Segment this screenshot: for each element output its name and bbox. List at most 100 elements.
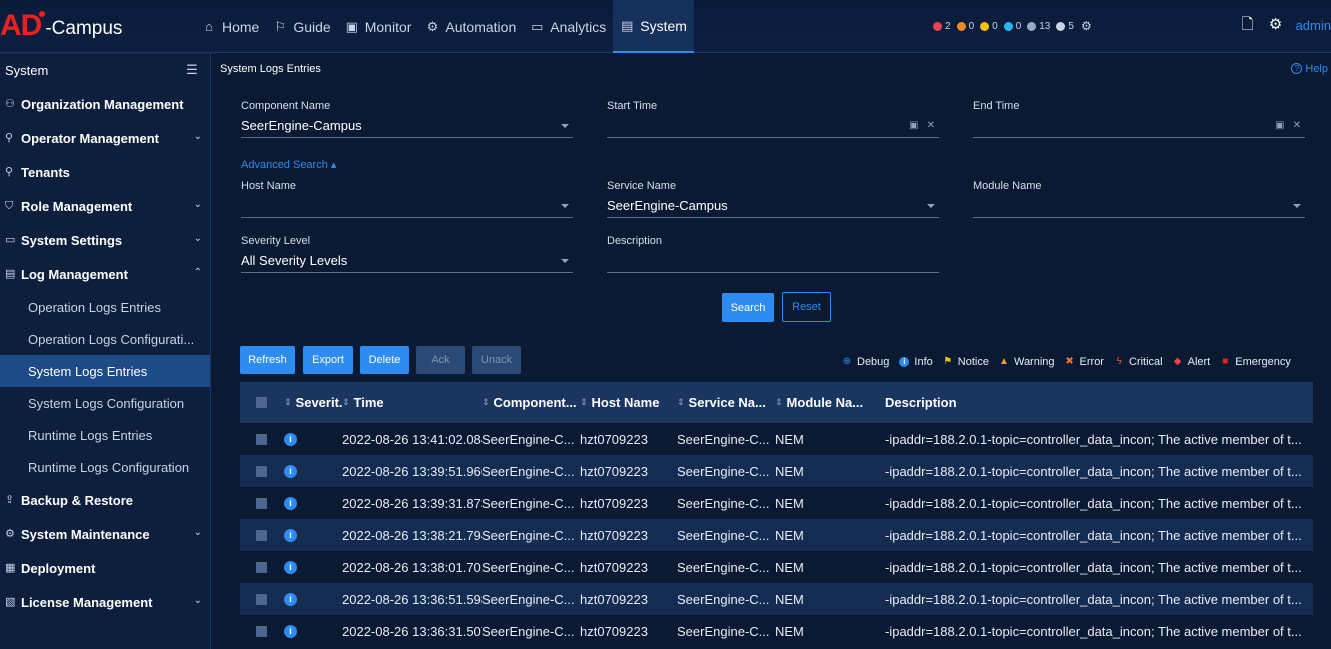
table-row[interactable]: i 2022-08-26 13:38:21.794 SeerEngine-C..… [240, 519, 1313, 551]
legend-label: Emergency [1235, 356, 1291, 368]
main-nav: ⌂ Home ⚐ Guide ▣ Monitor ⚙ Automation ▭ … [195, 0, 694, 53]
info-icon: i [899, 357, 910, 367]
table-row[interactable]: i 2022-08-26 13:41:02.084 SeerEngine-C..… [240, 423, 1313, 455]
col-host[interactable]: ⇕ Host Name [580, 395, 677, 410]
calendar-icon[interactable]: ▣ [1275, 120, 1284, 131]
host-name-select[interactable] [241, 194, 573, 218]
sidebar-item-deployment[interactable]: ▦ Deployment [0, 551, 210, 585]
clear-icon[interactable]: ✕ [927, 120, 935, 131]
alarm-info-dot [1027, 21, 1037, 31]
nav-guide[interactable]: ⚐ Guide [266, 0, 337, 53]
host-cell: hzt0709223 [580, 431, 648, 447]
nav-system[interactable]: ▤ System [613, 0, 694, 53]
gear-icon[interactable]: ⚙ [1268, 16, 1284, 34]
sidebar-item-organization[interactable]: ⚇ Organization Management [0, 87, 210, 121]
nav-guide-label: Guide [293, 18, 331, 35]
row-checkbox[interactable] [255, 593, 267, 605]
nav-monitor[interactable]: ▣ Monitor [338, 0, 419, 53]
description-cell: -ipaddr=188.2.0.1-topic=controller_data_… [885, 463, 1302, 479]
time-cell: 2022-08-26 13:38:01.701 [342, 559, 482, 575]
row-checkbox[interactable] [255, 497, 267, 509]
row-checkbox[interactable] [255, 529, 267, 541]
sidebar-sub-runtime-logs-config[interactable]: Runtime Logs Configuration [0, 451, 210, 483]
col-service[interactable]: ⇕ Service Na... [677, 395, 775, 410]
settings-icon: ▭ [5, 234, 16, 246]
row-checkbox[interactable] [255, 433, 267, 445]
table-row[interactable]: i 2022-08-26 13:39:31.873 SeerEngine-C..… [240, 487, 1313, 519]
row-checkbox[interactable] [255, 625, 267, 637]
sidebar-sub-system-logs-entries[interactable]: System Logs Entries [0, 355, 210, 387]
reset-button[interactable]: Reset [782, 292, 831, 322]
component-name-select[interactable]: SeerEngine-Campus [241, 114, 573, 138]
calendar-icon[interactable]: ▣ [909, 120, 918, 131]
advanced-search-toggle[interactable]: Advanced Search ▴ [241, 158, 336, 171]
alarm-major-count: 0 [968, 20, 975, 32]
severity-level-select[interactable]: All Severity Levels [241, 249, 573, 273]
select-all-checkbox[interactable] [255, 397, 267, 408]
col-component[interactable]: ⇕ Component... [482, 395, 580, 410]
unack-button[interactable]: Unack [472, 346, 521, 374]
legend-info: i Info [899, 356, 933, 368]
col-module[interactable]: ⇕ Module Na... [775, 395, 885, 410]
user-menu[interactable]: admin [1296, 18, 1331, 33]
warning-icon: ▲ [999, 356, 1009, 367]
deployment-icon: ▦ [5, 562, 16, 574]
collapse-menu-icon[interactable]: ☰ [184, 63, 200, 77]
info-icon: i [284, 624, 297, 638]
ack-button[interactable]: Ack [416, 346, 465, 374]
legend-emergency: ■ Emergency [1220, 356, 1291, 368]
module-name-select[interactable] [973, 194, 1305, 218]
nav-automation[interactable]: ⚙ Automation [418, 0, 523, 53]
info-icon: i [284, 464, 297, 478]
sidebar-item-log-management[interactable]: ▤ Log Management ⌃ [0, 257, 210, 291]
end-time-label: End Time [973, 100, 1020, 112]
export-button[interactable]: Export [303, 346, 353, 374]
nav-analytics[interactable]: ▭ Analytics [523, 0, 613, 53]
document-icon[interactable]: 🗋 [1240, 16, 1256, 34]
alarm-config-icon[interactable]: ⚙ [1081, 19, 1092, 33]
refresh-button[interactable]: Refresh [240, 346, 295, 374]
col-label: Host Name [591, 395, 660, 410]
sidebar-item-tenants[interactable]: ⚲ Tenants [0, 155, 210, 189]
sidebar-item-maintenance[interactable]: ⚙ System Maintenance ⌄ [0, 517, 210, 551]
start-time-input[interactable]: ▣ ✕ [607, 114, 939, 138]
host-name-field: Host Name [241, 180, 573, 218]
top-bar: AD -Campus ⌂ Home ⚐ Guide ▣ Monitor ⚙ Au… [0, 0, 1331, 53]
automation-icon: ⚙ [426, 18, 439, 34]
sidebar-item-operator[interactable]: ⚲ Operator Management ⌄ [0, 121, 210, 155]
table-row[interactable]: i 2022-08-26 13:36:31.507 SeerEngine-C..… [240, 615, 1313, 647]
sidebar-sub-operation-logs-entries[interactable]: Operation Logs Entries [0, 291, 210, 323]
nav-home[interactable]: ⌂ Home [195, 0, 266, 53]
table-row[interactable]: i 2022-08-26 13:38:01.701 SeerEngine-C..… [240, 551, 1313, 583]
help-link[interactable]: ? Help [1291, 63, 1328, 75]
sidebar-item-role[interactable]: ⛉ Role Management ⌄ [0, 189, 210, 223]
chevron-down-icon: ⌄ [193, 233, 202, 244]
sort-icon: ⇕ [775, 397, 783, 407]
table-header: ⇕Severit... ⇕Time ⇕Component... ⇕Host Na… [240, 382, 1313, 423]
service-cell: SeerEngine-C... [677, 431, 770, 447]
sidebar-sub-operation-logs-config[interactable]: Operation Logs Configurati... [0, 323, 210, 355]
clear-icon[interactable]: ✕ [1293, 120, 1301, 131]
table-row[interactable]: i 2022-08-26 13:39:51.966 SeerEngine-C..… [240, 455, 1313, 487]
sidebar-item-backup[interactable]: ⇪ Backup & Restore [0, 483, 210, 517]
sidebar-item-system-settings[interactable]: ▭ System Settings ⌄ [0, 223, 210, 257]
error-icon: ✖ [1065, 356, 1074, 367]
role-icon: ⛉ [5, 200, 14, 212]
breadcrumb-bar: System Logs Entries ? Help [212, 53, 1331, 84]
col-severity[interactable]: ⇕Severit... [282, 395, 342, 410]
row-checkbox[interactable] [255, 561, 267, 573]
sidebar-item-license[interactable]: ▧ License Management ⌄ [0, 585, 210, 619]
row-checkbox[interactable] [255, 465, 267, 477]
description-input[interactable] [607, 249, 939, 273]
search-button[interactable]: Search [722, 293, 774, 322]
col-time[interactable]: ⇕ Time [342, 395, 482, 410]
alarm-summary[interactable]: 2 0 0 0 13 5 ⚙ [930, 19, 1092, 33]
sidebar-sub-runtime-logs-entries[interactable]: Runtime Logs Entries [0, 419, 210, 451]
service-cell: SeerEngine-C... [677, 527, 770, 543]
end-time-input[interactable]: ▣ ✕ [973, 114, 1305, 138]
delete-button[interactable]: Delete [360, 346, 409, 374]
table-row[interactable]: i 2022-08-26 13:36:51.598 SeerEngine-C..… [240, 583, 1313, 615]
sidebar-sub-system-logs-config[interactable]: System Logs Configuration [0, 387, 210, 419]
caret-down-icon [927, 203, 935, 208]
service-name-select[interactable]: SeerEngine-Campus [607, 194, 939, 218]
